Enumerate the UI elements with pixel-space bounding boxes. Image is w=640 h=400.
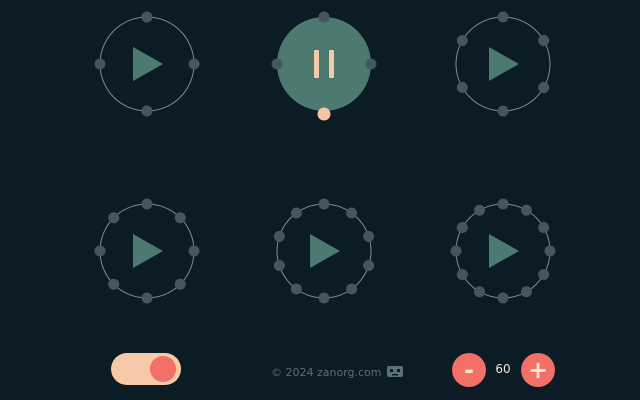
toggle-knob	[150, 356, 176, 382]
beat-dot	[363, 230, 375, 242]
pad-3-graphic	[455, 11, 551, 117]
beat-dot	[497, 105, 509, 117]
pad-6-graphic	[450, 198, 556, 304]
beat-dot	[538, 82, 550, 93]
credit: © 2024 zanorg.com	[271, 364, 404, 380]
beat-dot	[318, 198, 330, 210]
beat-dot	[273, 260, 285, 272]
beat-dot	[456, 269, 468, 280]
beat-dot	[497, 198, 509, 210]
play-icon	[133, 234, 163, 268]
credit-text: © 2024 zanorg.com	[271, 365, 382, 379]
beat-dot	[346, 283, 358, 295]
robot-icon	[386, 366, 403, 377]
active-disc	[277, 17, 371, 111]
beat-dot	[497, 292, 509, 304]
beat-dot	[497, 11, 509, 23]
beat-dot	[94, 58, 106, 70]
beat-dot	[108, 212, 120, 224]
beat-dot	[538, 269, 550, 280]
beat-dot	[456, 35, 468, 46]
pad-5[interactable]	[269, 196, 379, 306]
beat-dot	[538, 222, 550, 233]
tempo-value: 60	[495, 362, 511, 376]
beat-dot	[474, 204, 485, 216]
tempo-decrease-button[interactable]: -	[452, 353, 486, 387]
pad-3[interactable]	[448, 9, 558, 119]
beat-dot	[94, 245, 106, 257]
pad-4[interactable]	[92, 196, 202, 306]
pad-5-graphic	[273, 198, 375, 304]
beat-dot	[450, 245, 462, 257]
beat-dot	[346, 207, 358, 219]
tempo-increase-button[interactable]: +	[521, 353, 555, 387]
beat-dot	[141, 11, 153, 23]
pad-6[interactable]	[448, 196, 558, 306]
beat-dot	[521, 204, 532, 216]
mode-toggle[interactable]	[111, 353, 181, 385]
beat-dot	[141, 292, 153, 304]
play-icon	[489, 234, 519, 268]
pad-4-graphic	[94, 198, 200, 304]
beat-dot	[174, 278, 186, 290]
beat-dot	[318, 11, 330, 23]
beat-dot	[521, 286, 532, 298]
beat-dot	[318, 292, 330, 304]
beat-dot	[273, 230, 285, 242]
beat-dot	[538, 35, 550, 46]
beat-dot	[290, 283, 302, 295]
footer-bar: © 2024 zanorg.com - 60 +	[0, 340, 640, 400]
beat-dot	[456, 222, 468, 233]
pad-1-graphic	[94, 11, 200, 117]
pad-2[interactable]	[269, 9, 379, 121]
beat-dot	[365, 58, 377, 70]
beat-dot	[363, 260, 375, 272]
play-icon	[310, 234, 340, 268]
beat-dot	[188, 58, 200, 70]
beat-dot	[174, 212, 186, 224]
play-icon	[133, 47, 163, 81]
beat-dot	[456, 82, 468, 93]
beat-dot	[271, 58, 283, 70]
active-beat-dot	[317, 107, 331, 121]
pad-1[interactable]	[92, 9, 202, 119]
pad-grid	[0, 0, 640, 330]
pad-2-graphic	[271, 11, 377, 121]
beat-dot	[108, 278, 120, 290]
play-icon	[489, 47, 519, 81]
beat-dot	[141, 105, 153, 117]
beat-dot	[474, 286, 485, 298]
beat-dot	[141, 198, 153, 210]
beat-dot	[188, 245, 200, 257]
beat-dot	[290, 207, 302, 219]
beat-dot	[544, 245, 556, 257]
